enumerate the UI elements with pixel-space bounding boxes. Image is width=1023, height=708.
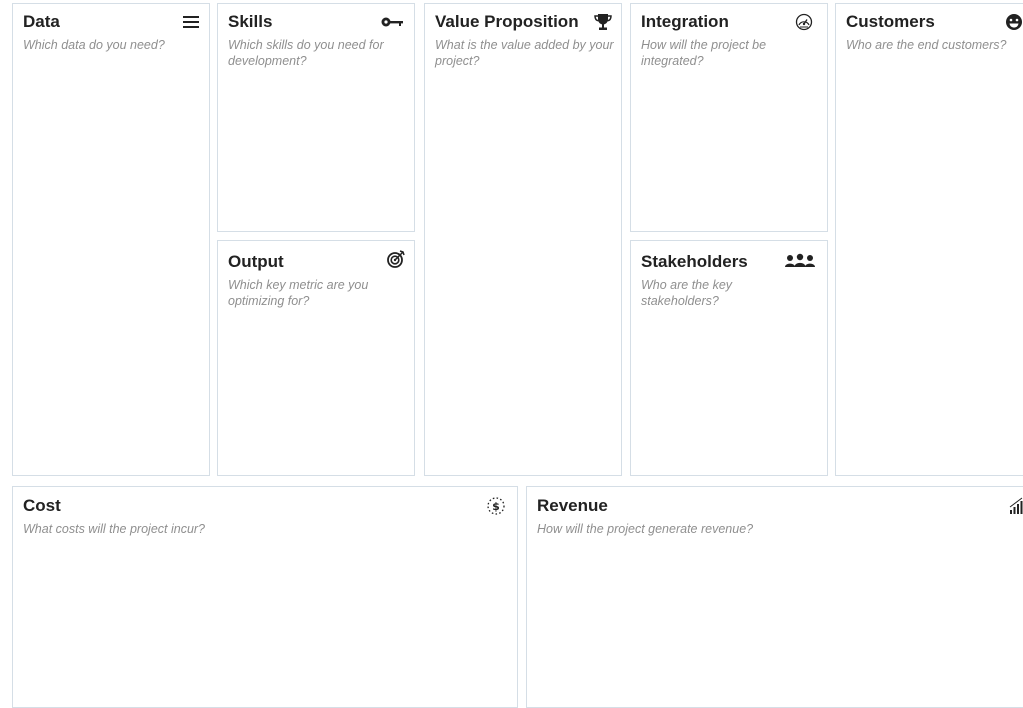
menu-lines-icon: [181, 12, 201, 32]
output-title: Output: [228, 252, 284, 271]
output-card: Output Which key metric are you optimizi…: [217, 240, 415, 476]
customers-question: Who are the end customers?: [846, 38, 1007, 52]
customers-card: Customers Who are the end customers?: [835, 3, 1023, 476]
data-card: Data Which data do you need?: [12, 3, 210, 476]
key-icon: [380, 12, 404, 32]
skills-question: Which skills do you need for development…: [228, 38, 384, 68]
svg-text:$: $: [492, 500, 500, 513]
value-proposition-card: Value Proposition What is the value adde…: [424, 3, 622, 476]
stakeholders-card: Stakeholders Who are the key stakeholder…: [630, 240, 828, 476]
data-title: Data: [23, 12, 60, 31]
integration-card: Integration How will the project be inte…: [630, 3, 828, 232]
value-proposition-question: What is the value added by your project?: [435, 38, 614, 68]
target-icon: [386, 249, 406, 269]
smiley-icon: [1004, 12, 1023, 32]
dollar-icon: $: [486, 496, 506, 516]
value-proposition-title: Value Proposition: [435, 12, 579, 31]
skills-title: Skills: [228, 12, 273, 31]
skills-card: Skills Which skills do you need for deve…: [217, 3, 415, 232]
cost-card: Cost What costs will the project incur? …: [12, 486, 518, 708]
customers-title: Customers: [846, 12, 935, 31]
group-icon: [784, 251, 816, 271]
integration-gauge-icon: [794, 12, 814, 32]
trophy-icon: [593, 12, 613, 32]
data-question: Which data do you need?: [23, 38, 165, 52]
stakeholders-title: Stakeholders: [641, 252, 748, 271]
cost-title: Cost: [23, 496, 61, 515]
revenue-question: How will the project generate revenue?: [537, 522, 754, 536]
output-question: Which key metric are you optimizing for?: [228, 278, 369, 308]
integration-question: How will the project be integrated?: [641, 38, 767, 68]
growth-bars-icon: [1008, 496, 1023, 516]
revenue-card: Revenue How will the project generate re…: [526, 486, 1023, 708]
integration-title: Integration: [641, 12, 729, 31]
cost-question: What costs will the project incur?: [23, 522, 206, 536]
revenue-title: Revenue: [537, 496, 608, 515]
stakeholders-question: Who are the key stakeholders?: [641, 278, 733, 308]
